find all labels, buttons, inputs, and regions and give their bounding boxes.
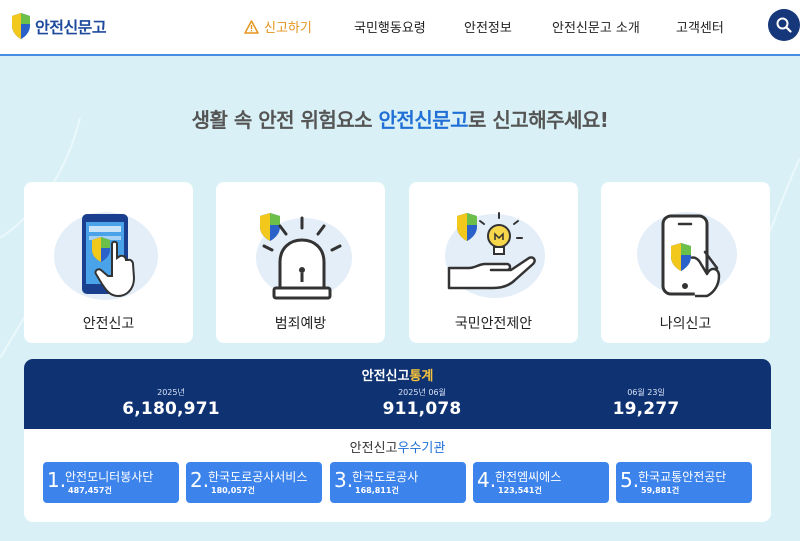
statistics-title-main: 안전신고 <box>361 369 410 384</box>
stat-value: 6,180,971 <box>122 399 220 419</box>
card-crime-prevention[interactable]: 범죄예방 <box>216 182 385 343</box>
card-label: 안전신고 <box>82 316 135 332</box>
org-item-2[interactable]: 2. 한국도로공사서비스 180,057건 <box>186 462 322 503</box>
nav-report-label: 신고하기 <box>264 21 312 36</box>
statistics-header: 안전신고통계 2025년 6,180,971 2025년 06월 911,078… <box>24 359 771 429</box>
stat-monthly: 2025년 06월 911,078 <box>342 387 502 419</box>
org-name: 안전모니터봉사단 <box>65 470 154 484</box>
org-title-accent: 우수기관 <box>397 441 446 456</box>
card-label: 범죄예방 <box>274 316 327 332</box>
headline-brand: 안전신문고 <box>378 108 469 132</box>
stat-yearly: 2025년 6,180,971 <box>91 387 251 419</box>
phone-shield-icon <box>636 212 737 298</box>
nav-guide[interactable]: 국민행동요령 <box>354 17 426 36</box>
org-rank: 3. <box>334 468 354 492</box>
org-count: 487,457건 <box>68 486 112 495</box>
org-name: 한국도로공사서비스 <box>208 470 308 484</box>
org-item-4[interactable]: 4. 한전엠씨에스 123,541건 <box>473 462 609 503</box>
org-item-5[interactable]: 5. 한국교통안전공단 59,881건 <box>616 462 752 503</box>
search-button[interactable] <box>768 9 800 41</box>
org-rank: 2. <box>190 468 210 492</box>
statistics-title: 안전신고통계 <box>24 365 771 384</box>
stat-label: 06월 23일 <box>627 388 665 397</box>
org-item-1[interactable]: 1. 안전모니터봉사단 487,457건 <box>43 462 179 503</box>
card-label: 나의신고 <box>659 316 712 332</box>
org-name: 한국도로공사 <box>352 470 419 484</box>
stat-value: 911,078 <box>382 399 462 419</box>
stat-label: 2025년 06월 <box>398 388 446 397</box>
stat-value: 19,277 <box>612 399 680 419</box>
headline-suffix: 로 신고해주세요! <box>468 108 609 132</box>
org-name: 한국교통안전공단 <box>638 470 727 484</box>
org-count: 168,811건 <box>355 486 399 495</box>
org-name: 한전엠씨에스 <box>495 470 562 484</box>
card-my-reports[interactable]: 나의신고 <box>601 182 770 343</box>
lightbulb-hand-icon <box>444 212 545 298</box>
nav-report[interactable]: 신고하기 <box>244 17 312 36</box>
statistics-title-accent: 통계 <box>409 369 434 384</box>
search-icon <box>776 17 792 33</box>
nav-about[interactable]: 안전신문고 소개 <box>552 17 640 36</box>
nav-info[interactable]: 안전정보 <box>464 17 512 36</box>
org-count: 180,057건 <box>211 486 255 495</box>
siren-icon <box>255 213 352 300</box>
stat-label: 2025년 <box>157 388 185 397</box>
site-header: 안전신문고 신고하기 국민행동요령 안전정보 안전신문고 소개 고객센터 <box>0 0 800 56</box>
stat-daily: 06월 23일 19,277 <box>566 387 726 419</box>
org-rank: 1. <box>47 468 67 492</box>
org-count: 59,881건 <box>641 486 680 495</box>
page-headline: 생활 속 안전 위험요소 안전신문고로 신고해주세요! <box>0 104 800 133</box>
card-public-safety-proposal[interactable]: 국민안전제안 <box>409 182 578 343</box>
main-nav: 신고하기 국민행동요령 안전정보 안전신문고 소개 고객센터 <box>0 0 800 52</box>
card-label: 국민안전제안 <box>454 316 533 332</box>
org-item-3[interactable]: 3. 한국도로공사 168,811건 <box>330 462 466 503</box>
top-organizations-title: 안전신고우수기관 <box>24 437 771 456</box>
report-statistics-panel: 안전신고통계 2025년 6,180,971 2025년 06월 911,078… <box>24 359 771 522</box>
nav-support[interactable]: 고객센터 <box>676 17 724 36</box>
warning-icon <box>244 19 259 34</box>
phone-tap-icon <box>53 212 158 300</box>
org-title-main: 안전신고 <box>349 441 398 456</box>
org-rank: 5. <box>620 468 640 492</box>
card-safety-report[interactable]: 안전신고 <box>24 182 193 343</box>
headline-prefix: 생활 속 안전 위험요소 <box>191 108 379 132</box>
org-count: 123,541건 <box>498 486 542 495</box>
org-rank: 4. <box>477 468 497 492</box>
